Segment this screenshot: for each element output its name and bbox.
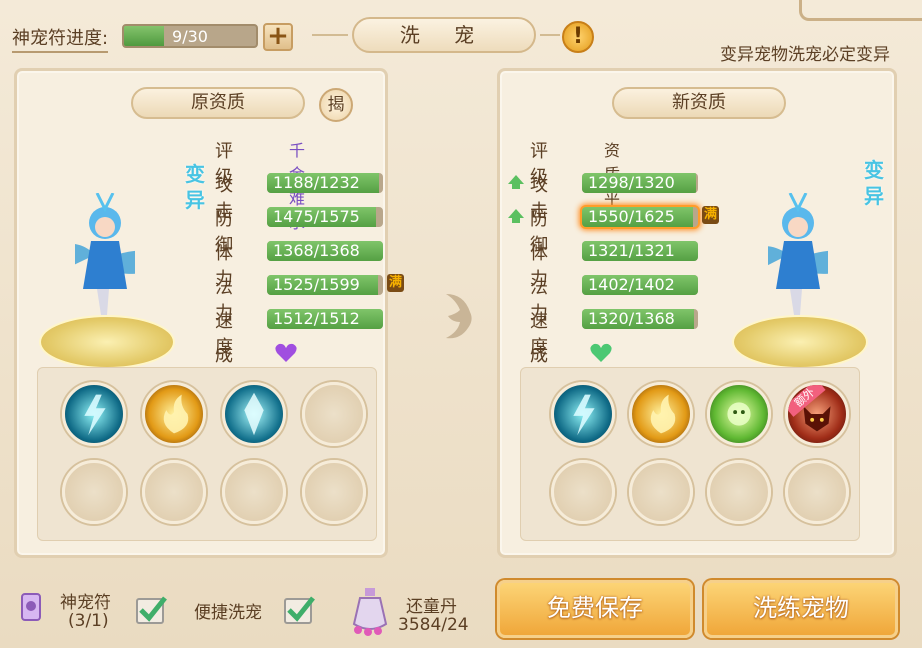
check-icon (139, 596, 167, 622)
max-badge: 满 (702, 206, 720, 224)
stat-value: 1320/1368 (588, 309, 675, 328)
stat-bar: 1298/1320 (582, 173, 698, 193)
stat-bar: 1368/1368 (267, 241, 383, 261)
stat-bar: 1525/1599 (267, 275, 383, 295)
stat-bar: 1320/1368 (582, 309, 698, 329)
original-skill-grid (37, 367, 377, 541)
pet-portrait-right (716, 159, 876, 369)
free-save-button[interactable]: 免费保存 (497, 580, 693, 638)
transfer-arrow-icon (446, 294, 472, 339)
flame-skill-icon[interactable] (629, 382, 693, 446)
elixir-name: 还童丹 (406, 597, 457, 617)
stat-value: 1188/1232 (273, 173, 360, 192)
original-aptitude-panel: 原资质 揭 变异 评级 千金难求 攻击1188/1232防御1475/1575体… (14, 68, 405, 558)
charm-label: 神宠符 (60, 593, 111, 613)
pet-figure (768, 193, 828, 315)
stat-value: 1550/1625 (588, 207, 675, 226)
empty-skill-slot[interactable] (62, 460, 126, 524)
mutation-notice: 变异宠物洗宠必定变异 (720, 45, 890, 65)
mutation-label-left: 变异 (185, 162, 205, 212)
stat-value: 1512/1512 (273, 309, 360, 328)
pet-portrait-left (23, 159, 183, 369)
empty-skill-slot[interactable] (142, 460, 206, 524)
lightning-skill-icon[interactable] (62, 382, 126, 446)
quick-wash-checkbox[interactable] (284, 596, 315, 624)
stat-value: 1402/1402 (588, 275, 675, 294)
elixir-bottle-icon (352, 588, 388, 636)
empty-skill-slot[interactable] (629, 460, 693, 524)
add-progress-button[interactable]: + (263, 23, 293, 51)
stat-bar: 1550/1625 (582, 207, 698, 227)
check-icon (287, 596, 315, 622)
increase-arrow-icon (508, 175, 524, 189)
charm-checkbox[interactable] (136, 596, 167, 624)
new-aptitude-title: 新资质 (612, 87, 786, 119)
pet-platform (39, 315, 175, 369)
reveal-button[interactable]: 揭 (319, 88, 353, 122)
original-aptitude-title: 原资质 (131, 87, 305, 119)
demon-skill-icon[interactable]: 额外 (785, 382, 849, 446)
stat-value: 1298/1320 (588, 173, 675, 192)
charm-count: (3/1) (68, 611, 109, 631)
pet-figure (75, 193, 135, 315)
wash-pet-button[interactable]: 洗练宠物 (704, 580, 898, 638)
title-divider-right (540, 34, 560, 36)
stat-value: 1525/1599 (273, 275, 360, 294)
empty-skill-slot[interactable] (302, 460, 366, 524)
increase-arrow-icon (508, 209, 524, 223)
title-divider-left (312, 34, 348, 36)
flame-skill-icon[interactable] (142, 382, 206, 446)
elixir-count: 3584/24 (398, 615, 469, 635)
pet-charm-icon (21, 593, 41, 621)
max-badge: 满 (387, 274, 405, 292)
empty-skill-slot[interactable] (707, 460, 771, 524)
page-title: 洗 宠 (352, 17, 536, 53)
crystal-skill-icon[interactable] (222, 382, 286, 446)
new-skill-grid: 额外 (520, 367, 860, 541)
stat-value: 1368/1368 (273, 241, 360, 260)
progress-bar: 9/30 (122, 24, 258, 48)
stat-bar: 1475/1575 (267, 207, 383, 227)
empty-skill-slot[interactable] (302, 382, 366, 446)
stat-value: 1475/1575 (273, 207, 360, 226)
quick-wash-label: 便捷洗宠 (194, 603, 262, 623)
new-aptitude-panel: 新资质 变异 评级 资质平平 攻击1298/1320防御1550/1625满体力… (497, 68, 897, 558)
progress-area: 神宠符进度: (12, 24, 109, 53)
lightning-skill-icon[interactable] (551, 382, 615, 446)
info-icon[interactable]: ! (562, 21, 594, 53)
progress-text: 9/30 (172, 27, 208, 46)
heart-icon (590, 343, 612, 362)
heart-icon (275, 343, 297, 362)
stat-bar: 1321/1321 (582, 241, 698, 261)
stat-bar: 1188/1232 (267, 173, 383, 193)
empty-skill-slot[interactable] (551, 460, 615, 524)
empty-skill-slot[interactable] (222, 460, 286, 524)
stat-bar: 1512/1512 (267, 309, 383, 329)
progress-label: 神宠符进度: (12, 24, 109, 53)
spirit-skill-icon[interactable] (707, 382, 771, 446)
pet-platform (732, 315, 868, 369)
empty-skill-slot[interactable] (785, 460, 849, 524)
stat-value: 1321/1321 (588, 241, 675, 260)
stat-bar: 1402/1402 (582, 275, 698, 295)
